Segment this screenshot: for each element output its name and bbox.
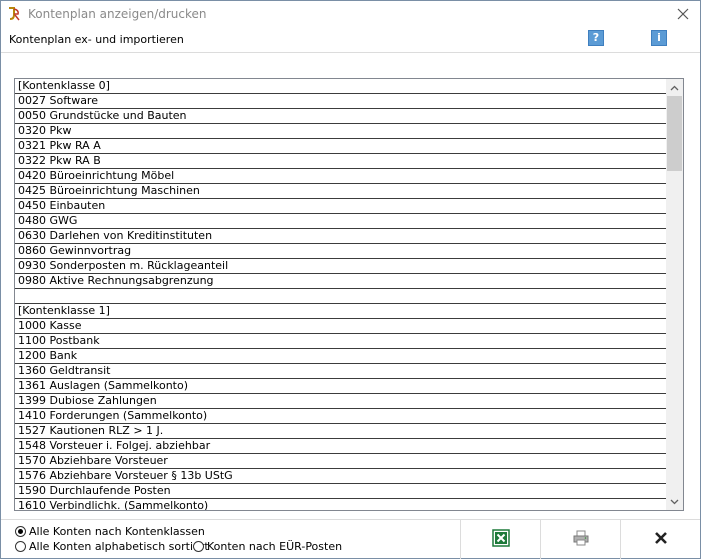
list-item[interactable]: 0860 Gewinnvortrag: [15, 244, 667, 259]
option-by-class[interactable]: Alle Konten nach Kontenklassen: [15, 525, 205, 538]
title-bar: Kontenplan anzeigen/drucken: [1, 1, 700, 29]
dialog-window: Kontenplan anzeigen/drucken Kontenplan e…: [0, 0, 701, 559]
radio-alphabetical[interactable]: [15, 541, 26, 552]
window-title: Kontenplan anzeigen/drucken: [28, 7, 207, 21]
account-list-rows: [Kontenklasse 0] 0027 Software 0050 Grunds…: [15, 79, 667, 510]
list-item[interactable]: 1590 Durchlaufende Posten: [15, 484, 667, 499]
list-item[interactable]: 0980 Aktive Rechnungsabgrenzung: [15, 274, 667, 289]
help-icon[interactable]: ?: [588, 30, 604, 46]
list-item[interactable]: 1610 Verbindlichk. (Sammelkonto): [15, 499, 667, 510]
list-item[interactable]: 1361 Auslagen (Sammelkonto): [15, 379, 667, 394]
list-item[interactable]: 1399 Dubiose Zahlungen: [15, 394, 667, 409]
list-item[interactable]: [Kontenklasse 0]: [15, 79, 667, 94]
list-item[interactable]: 0420 Büroeinrichtung Möbel: [15, 169, 667, 184]
radio-eur[interactable]: [193, 541, 204, 552]
option-eur-label: Konten nach EÜR-Posten: [207, 540, 343, 553]
list-item[interactable]: 1360 Geldtransit: [15, 364, 667, 379]
close-button[interactable]: [666, 1, 700, 29]
list-item[interactable]: 0630 Darlehen von Kreditinstituten: [15, 229, 667, 244]
list-item[interactable]: 1527 Kautionen RLZ > 1 J.: [15, 424, 667, 439]
print-button[interactable]: [540, 520, 620, 559]
option-by-class-label: Alle Konten nach Kontenklassen: [29, 525, 205, 538]
excel-export-button[interactable]: [460, 520, 540, 559]
option-eur[interactable]: Konten nach EÜR-Posten: [193, 540, 342, 553]
excel-export-icon: [491, 529, 510, 550]
list-item[interactable]: 0322 Pkw RA B: [15, 154, 667, 169]
header-divider: [1, 52, 700, 53]
list-item[interactable]: 1548 Vorsteuer i. Folgej. abziehbar: [15, 439, 667, 454]
chevron-up-icon: [670, 81, 679, 94]
app-logo-icon: [6, 6, 22, 22]
list-item[interactable]: 1576 Abziehbare Vorsteuer § 13b UStG: [15, 469, 667, 484]
cancel-x-icon: [654, 531, 668, 548]
option-alphabetical-label: Alle Konten alphabetisch sortiert: [29, 540, 209, 553]
info-icon[interactable]: i: [651, 30, 667, 46]
list-item[interactable]: 1570 Abziehbare Vorsteuer: [15, 454, 667, 469]
list-item[interactable]: 0050 Grundstücke und Bauten: [15, 109, 667, 124]
radio-by-class[interactable]: [15, 526, 26, 537]
printer-icon: [572, 529, 590, 550]
footer-bar: Alle Konten nach Kontenklassen Alle Kont…: [1, 520, 700, 559]
list-item[interactable]: 0425 Büroeinrichtung Maschinen: [15, 184, 667, 199]
scroll-up-button[interactable]: [666, 79, 683, 96]
list-item[interactable]: 1200 Bank: [15, 349, 667, 364]
account-list[interactable]: [Kontenklasse 0] 0027 Software 0050 Grunds…: [14, 78, 684, 511]
scroll-down-button[interactable]: [666, 493, 683, 510]
list-item[interactable]: 0321 Pkw RA A: [15, 139, 667, 154]
list-item[interactable]: 0480 GWG: [15, 214, 667, 229]
list-item[interactable]: 0027 Software: [15, 94, 667, 109]
option-alphabetical[interactable]: Alle Konten alphabetisch sortiert: [15, 540, 209, 553]
subtitle: Kontenplan ex- und importieren: [9, 33, 184, 46]
list-item[interactable]: 1000 Kasse: [15, 319, 667, 334]
vertical-scrollbar[interactable]: [666, 79, 683, 510]
list-item[interactable]: 0320 Pkw: [15, 124, 667, 139]
cancel-button[interactable]: [620, 520, 700, 559]
list-item[interactable]: 0930 Sonderposten m. Rücklageanteil: [15, 259, 667, 274]
scroll-thumb[interactable]: [667, 96, 682, 171]
action-buttons: [460, 520, 700, 559]
list-item[interactable]: [Kontenklasse 1]: [15, 304, 667, 319]
list-item[interactable]: 0450 Einbauten: [15, 199, 667, 214]
list-item[interactable]: 1410 Forderungen (Sammelkonto): [15, 409, 667, 424]
close-icon: [677, 8, 689, 23]
chevron-down-icon: [670, 495, 679, 508]
list-item[interactable]: [15, 289, 667, 304]
list-item[interactable]: 1100 Postbank: [15, 334, 667, 349]
